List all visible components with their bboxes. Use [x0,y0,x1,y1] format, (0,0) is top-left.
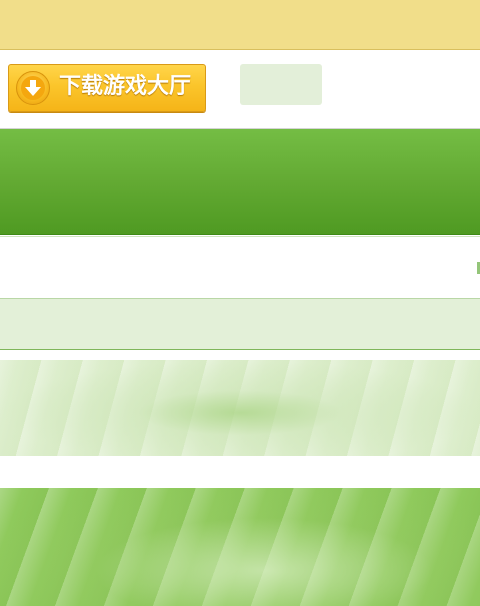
textured-banner-bottom [0,488,480,606]
top-bar [0,0,480,50]
download-game-lobby-button[interactable]: 下载游戏大厅 [8,64,206,112]
textured-banner-top [0,360,480,456]
download-arrow-icon [16,71,50,105]
placeholder-box [240,64,322,105]
green-banner [0,129,480,235]
white-strip [0,236,480,298]
download-button-label: 下载游戏大厅 [59,74,192,99]
light-green-strip [0,298,480,350]
toolbar-row: 下载游戏大厅 [0,50,480,129]
